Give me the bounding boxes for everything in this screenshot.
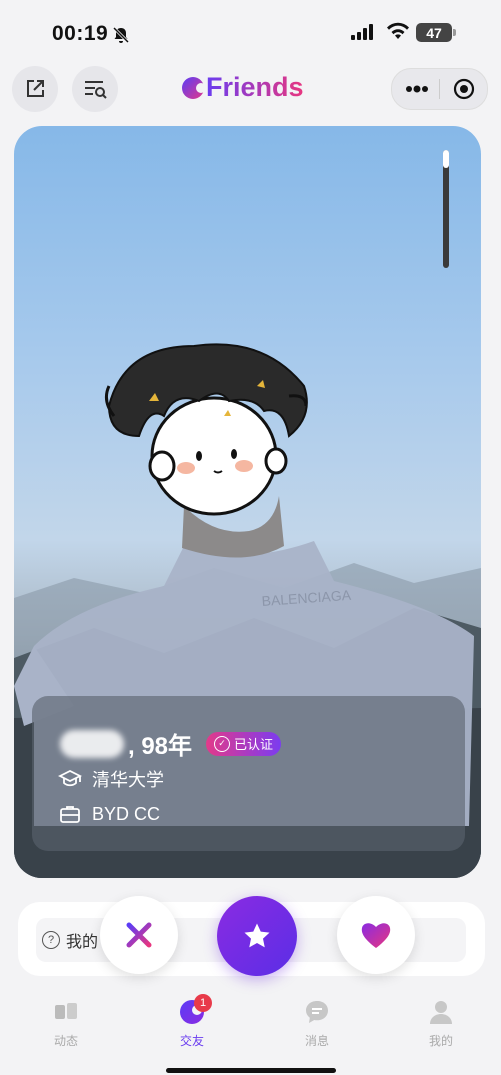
tab-label: 消息: [304, 1034, 329, 1048]
more-dots-icon: [406, 85, 428, 93]
tab-profile[interactable]: 我的: [411, 998, 471, 1049]
close-x-icon: [126, 922, 152, 948]
close-miniprogram-icon[interactable]: [452, 77, 476, 101]
tab-label: 交友: [179, 1034, 204, 1048]
superlike-button[interactable]: [217, 896, 297, 976]
message-icon: [306, 1001, 328, 1023]
logo-mark-icon: [182, 76, 206, 99]
name-year: , 98年: [128, 733, 193, 760]
battery-indicator: 47: [416, 23, 456, 42]
header: Friends: [0, 66, 501, 116]
notification-badge: 1: [194, 994, 212, 1012]
status-time: 00:19: [52, 22, 109, 45]
filter-search-icon: [85, 81, 107, 99]
prompt-text: 我的: [66, 934, 99, 951]
verified-badge: ✓ 已认证: [206, 731, 282, 756]
profile-icon: [430, 1001, 452, 1024]
tab-friends[interactable]: 1 交友: [162, 994, 222, 1049]
photo-scroll-indicator: [443, 150, 449, 268]
mute-bell-icon: [112, 26, 130, 44]
briefcase-icon: [60, 806, 80, 823]
share-icon: [27, 80, 44, 97]
graduation-cap-icon: [58, 769, 82, 787]
verified-label: 已认证: [234, 737, 274, 752]
logo-text: Friends: [206, 72, 304, 102]
tab-label: 我的: [428, 1034, 453, 1048]
app-logo: Friends: [182, 72, 304, 103]
wifi-icon: [387, 22, 409, 39]
filter-button[interactable]: [72, 66, 118, 112]
cellular-signal-icon: [351, 24, 373, 40]
star-icon: [244, 923, 270, 948]
name-blurred: [60, 729, 124, 758]
school-name: 清华大学: [92, 770, 164, 790]
tab-moments[interactable]: 动态: [36, 998, 96, 1049]
school-row: 清华大学: [58, 766, 164, 792]
name-row: , 98年 ✓ 已认证: [60, 726, 282, 761]
home-indicator: [166, 1068, 336, 1073]
pass-button[interactable]: [100, 896, 178, 974]
job-row: BYD CC: [58, 802, 160, 826]
heart-icon: [361, 923, 391, 948]
capsule-divider: [439, 79, 440, 99]
tab-bar: 动态 1 交友 消息 我的: [0, 990, 501, 1075]
moments-icon: [55, 1003, 77, 1019]
check-circle-icon: ✓: [214, 735, 231, 752]
question-icon: ?: [42, 931, 60, 949]
miniprogram-capsule: [391, 68, 488, 110]
more-button[interactable]: [402, 77, 432, 101]
tab-label: 动态: [53, 1034, 78, 1048]
profile-info-panel: , 98年 ✓ 已认证 清华大学 BYD CC: [32, 696, 465, 851]
like-button[interactable]: [337, 896, 415, 974]
status-bar: 00:19 47: [0, 0, 501, 66]
share-button[interactable]: [12, 66, 58, 112]
battery-level: 47: [426, 24, 442, 41]
profile-card[interactable]: BALENCIAGA , 98年 ✓ 已认证 清华大学 BYD CC: [14, 126, 481, 878]
job-title: BYD CC: [92, 803, 161, 824]
tab-messages[interactable]: 消息: [287, 998, 347, 1049]
